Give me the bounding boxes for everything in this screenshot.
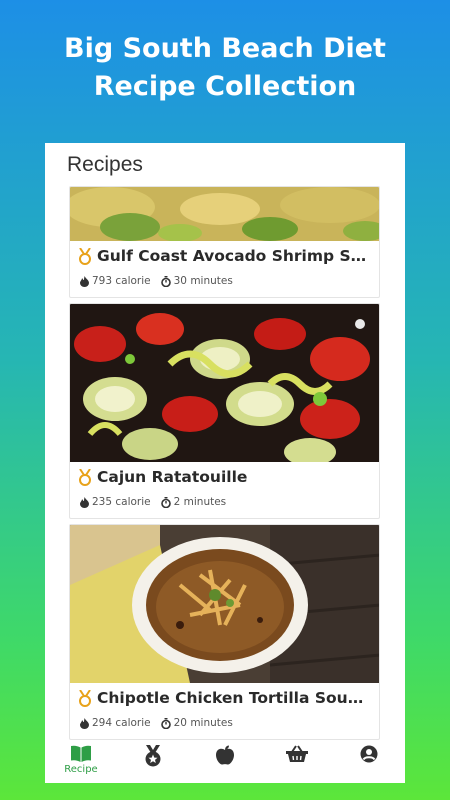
recipe-meta: 235 calorie 2 minutes <box>80 496 236 508</box>
recipe-image <box>70 525 379 683</box>
tab-shopping[interactable] <box>261 741 333 763</box>
recipe-image <box>70 304 379 462</box>
medal-icon <box>79 689 91 707</box>
promo-title: Big South Beach Diet Recipe Collection <box>0 30 450 106</box>
recipe-title-row: Gulf Coast Avocado Shrimp Sa... <box>78 247 374 265</box>
app-screen: Recipes Gulf Coast Avocado Shrimp Sa... <box>45 143 405 783</box>
recipe-card[interactable]: Gulf Coast Avocado Shrimp Sa... 793 calo… <box>69 186 380 298</box>
timer-icon <box>160 717 171 729</box>
tab-recipe-label: Recipe <box>64 764 98 775</box>
medal-icon <box>79 247 91 265</box>
timer-icon <box>160 496 171 508</box>
bottom-tab-bar: Recipe <box>45 741 405 783</box>
recipe-meta: 294 calorie 20 minutes <box>80 717 243 729</box>
recipe-calories: 793 calorie <box>92 275 151 287</box>
medal-icon <box>79 468 91 486</box>
flame-icon <box>80 717 89 729</box>
recipe-title: Gulf Coast Avocado Shrimp Sa... <box>97 247 374 265</box>
tab-recipe[interactable]: Recipe <box>45 741 117 775</box>
book-icon <box>71 745 91 762</box>
recipe-card[interactable]: Chipotle Chicken Tortilla Soup... 294 ca… <box>69 524 380 740</box>
promo-title-line2: Recipe Collection <box>93 71 357 102</box>
flame-icon <box>80 496 89 508</box>
recipe-title-row: Chipotle Chicken Tortilla Soup... <box>78 689 374 707</box>
recipe-time: 2 minutes <box>173 496 227 508</box>
profile-icon <box>360 745 378 763</box>
recipe-calories: 235 calorie <box>92 496 151 508</box>
recipe-title-row: Cajun Ratatouille <box>78 468 374 486</box>
basket-icon <box>286 745 308 762</box>
page-title: Recipes <box>67 153 143 176</box>
recipe-calories: 294 calorie <box>92 717 151 729</box>
timer-icon <box>160 275 171 287</box>
recipe-title: Cajun Ratatouille <box>97 468 248 486</box>
tab-profile[interactable] <box>333 741 405 763</box>
medal-icon <box>145 745 161 767</box>
recipe-card[interactable]: Cajun Ratatouille 235 calorie 2 minutes <box>69 303 380 519</box>
recipe-time: 30 minutes <box>173 275 233 287</box>
apple-icon <box>216 745 234 765</box>
promo-title-line1: Big South Beach Diet <box>64 33 386 64</box>
flame-icon <box>80 275 89 287</box>
recipe-time: 20 minutes <box>173 717 233 729</box>
recipe-image <box>70 187 379 241</box>
tab-medals[interactable] <box>117 741 189 767</box>
recipe-title: Chipotle Chicken Tortilla Soup... <box>97 689 374 707</box>
recipe-meta: 793 calorie 30 minutes <box>80 275 243 287</box>
tab-nutrition[interactable] <box>189 741 261 765</box>
